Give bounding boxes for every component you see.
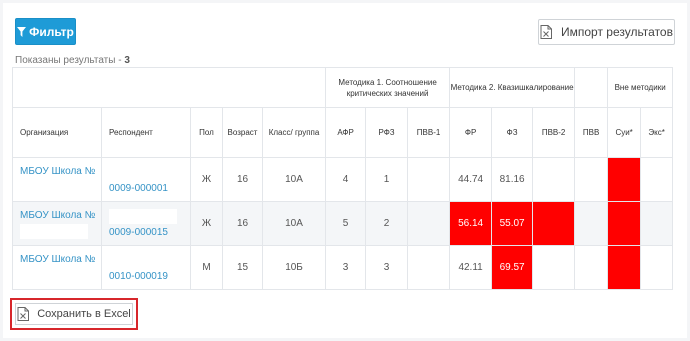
fz-cell-flagged: 69.57 [491, 245, 534, 290]
pvv2-cell [532, 157, 576, 202]
afr-cell: 4 [325, 157, 367, 202]
results-count-text: Показаны результаты - 3 [15, 55, 130, 66]
col-eks[interactable]: Экс* [640, 107, 674, 158]
save-excel-highlight: Сохранить в Excel [10, 298, 138, 330]
col-fr[interactable]: ФР [449, 107, 493, 158]
redacted-block [20, 267, 88, 283]
age-cell: 16 [222, 157, 263, 202]
org-link[interactable]: МБОУ Школа № [20, 166, 95, 177]
org-cell[interactable]: МБОУ Школа № [12, 157, 102, 202]
pvv-cell [574, 245, 609, 290]
fz-cell-flagged: 55.07 [491, 201, 534, 246]
sui-cell-flagged [607, 245, 642, 290]
age-cell: 16 [222, 201, 263, 246]
afr-cell: 5 [325, 201, 367, 246]
redacted-block [20, 179, 88, 195]
afr-cell: 3 [325, 245, 367, 290]
fr-cell: 44.74 [449, 157, 493, 202]
save-excel-button[interactable]: Сохранить в Excel [15, 303, 133, 325]
sex-cell: М [190, 245, 223, 290]
class-cell: 10Б [261, 245, 327, 290]
pvv-cell [574, 157, 609, 202]
fr-cell: 42.11 [449, 245, 493, 290]
blank-pvv-group-header [574, 67, 609, 108]
respondent-link[interactable]: 0010-000019 [109, 271, 168, 282]
fz-cell: 81.16 [491, 157, 534, 202]
col-sex[interactable]: Пол [190, 107, 223, 158]
pvv2-cell [532, 245, 576, 290]
col-age[interactable]: Возраст [222, 107, 263, 158]
class-cell: 10А [261, 201, 327, 246]
pvv2-cell-flagged [532, 201, 576, 246]
redacted-block [20, 223, 88, 239]
col-pvv[interactable]: ПВВ [574, 107, 609, 158]
import-results-label: Импорт результатов [561, 25, 673, 39]
respondent-link[interactable]: 0009-000015 [109, 227, 168, 238]
method1-group-header: Методика 1. Соотношение критических знач… [325, 67, 451, 108]
col-fz[interactable]: ФЗ [491, 107, 534, 158]
table-row: МБОУ Школа № 0010-000019 М 15 10Б 3 3 42… [12, 245, 674, 290]
class-cell: 10А [261, 157, 327, 202]
org-cell[interactable]: МБОУ Школа № [12, 201, 102, 246]
method2-group-header: Методика 2. Квазишкалирование [449, 67, 576, 108]
file-excel-icon [17, 307, 30, 321]
col-pvv1[interactable]: ПВВ-1 [407, 107, 451, 158]
col-class[interactable]: Класс/ группа [261, 107, 327, 158]
filter-button[interactable]: Фильтр [15, 18, 76, 45]
save-excel-label: Сохранить в Excel [37, 308, 131, 320]
col-rfz[interactable]: РФЗ [365, 107, 409, 158]
sex-cell: Ж [190, 157, 223, 202]
org-link[interactable]: МБОУ Школа № [20, 210, 95, 221]
sui-cell-flagged [607, 157, 642, 202]
org-link[interactable]: МБОУ Школа № [20, 254, 95, 265]
sex-cell: Ж [190, 201, 223, 246]
pvv1-cell [407, 201, 451, 246]
eks-cell [640, 201, 674, 246]
results-table: Методика 1. Соотношение критических знач… [11, 67, 674, 290]
pvv1-cell [407, 245, 451, 290]
results-prefix: Показаны результаты - [15, 55, 122, 66]
redacted-block [109, 253, 177, 268]
eks-cell [640, 245, 674, 290]
blank-group-header [11, 67, 327, 108]
redacted-block [109, 165, 177, 180]
col-org[interactable]: Организация [12, 107, 102, 158]
sui-cell-flagged [607, 201, 642, 246]
org-cell[interactable]: МБОУ Школа № [12, 245, 102, 290]
respondent-cell[interactable]: 0010-000019 [101, 245, 191, 290]
column-header-row: Организация Респондент Пол Возраст Класс… [12, 107, 674, 158]
rfz-cell: 1 [365, 157, 409, 202]
respondent-cell[interactable]: 0009-000015 [101, 201, 191, 246]
filter-icon [17, 26, 27, 37]
group-header-row: Методика 1. Соотношение критических знач… [11, 67, 674, 108]
col-respondent[interactable]: Респондент [101, 107, 191, 158]
redacted-block [109, 209, 177, 224]
table-row: МБОУ Школа № 0009-000015 Ж 16 10А 5 2 56… [12, 201, 674, 246]
rfz-cell: 3 [365, 245, 409, 290]
results-count: 3 [124, 55, 130, 66]
col-sui[interactable]: Суи* [607, 107, 642, 158]
table-row: МБОУ Школа № 0009-000001 Ж 16 10А 4 1 44… [12, 157, 674, 202]
fr-cell-flagged: 56.14 [449, 201, 493, 246]
respondent-link[interactable]: 0009-000001 [109, 183, 168, 194]
filter-button-label: Фильтр [29, 24, 74, 39]
pvv1-cell [407, 157, 451, 202]
outside-group-header: Вне методики [607, 67, 674, 108]
file-excel-icon [540, 25, 552, 39]
respondent-cell[interactable]: 0009-000001 [101, 157, 191, 202]
col-pvv2[interactable]: ПВВ-2 [532, 107, 576, 158]
pvv-cell [574, 201, 609, 246]
age-cell: 15 [222, 245, 263, 290]
rfz-cell: 2 [365, 201, 409, 246]
import-results-button[interactable]: Импорт результатов [538, 19, 675, 45]
col-afr[interactable]: АФР [325, 107, 367, 158]
eks-cell [640, 157, 674, 202]
